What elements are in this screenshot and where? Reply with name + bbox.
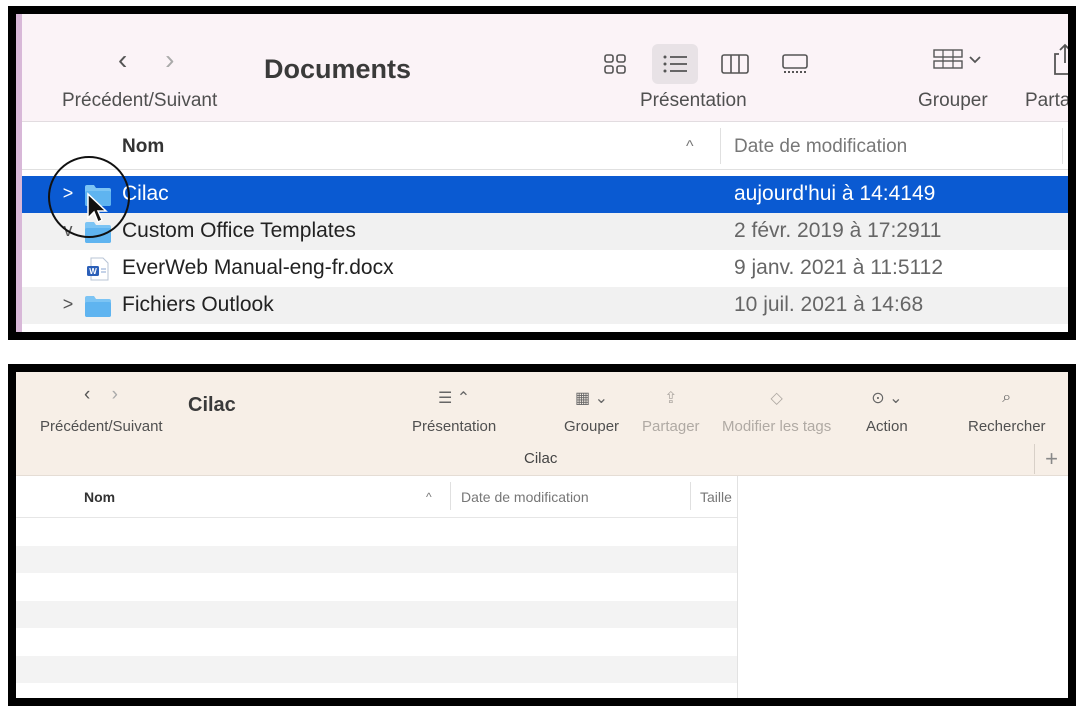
- column-header: Nom ^ Date de modification Taille: [16, 476, 737, 518]
- share-icon: [1054, 43, 1068, 75]
- word-document-icon: W: [87, 257, 109, 281]
- nav-label: Précédent/Suivant: [62, 90, 218, 111]
- tool-label: Présentation: [412, 418, 497, 435]
- icon-view-button[interactable]: [592, 44, 638, 84]
- empty-row: [16, 545, 737, 573]
- mouse-pointer-icon: [87, 192, 108, 224]
- column-header-name[interactable]: Nom: [84, 489, 115, 505]
- group-button[interactable]: [932, 48, 984, 77]
- action-button[interactable]: ⊙ ⌄ Action: [866, 384, 908, 435]
- file-name: Fichiers Outlook: [122, 293, 274, 316]
- column-header: Nom ^ Date de modification: [22, 122, 1068, 170]
- tool-label: Rechercher: [968, 418, 1046, 435]
- back-button[interactable]: ‹: [118, 44, 127, 75]
- file-date: 9 janv. 2021 à 11:5112: [734, 256, 944, 279]
- list-icon: [663, 55, 687, 73]
- tool-label: Partager: [642, 418, 700, 435]
- tool-label: Action: [866, 418, 908, 435]
- column-divider[interactable]: [720, 128, 721, 164]
- forward-button[interactable]: ›: [165, 44, 174, 75]
- empty-row: [16, 655, 737, 683]
- sort-ascending-icon: ^: [426, 490, 432, 504]
- file-date: aujourd'hui à 14:4149: [734, 182, 936, 205]
- svg-text:W: W: [89, 267, 97, 276]
- share-button[interactable]: ⇪ Partager: [642, 384, 700, 435]
- empty-row: [16, 683, 737, 698]
- file-list: > Cilac aujourd'hui à 14:4149 v Custom O…: [22, 176, 1068, 324]
- file-date: 10 juil. 2021 à 14:68: [734, 293, 924, 316]
- column-header-name[interactable]: Nom: [122, 136, 164, 158]
- file-row-everweb-manual[interactable]: W EverWeb Manual-eng-fr.docx 9 janv. 202…: [22, 250, 1068, 287]
- file-name: EverWeb Manual-eng-fr.docx: [122, 256, 394, 279]
- group-button[interactable]: ▦ ⌄ Grouper: [564, 384, 619, 435]
- nav-label: Précédent/Suivant: [40, 418, 163, 435]
- toolbar: ‹ › Précédent/Suivant Documents Présenta…: [22, 14, 1068, 122]
- gallery-icon: [782, 54, 808, 73]
- path-tab-label: Cilac: [524, 450, 558, 467]
- group-label: Grouper: [918, 90, 988, 111]
- new-tab-button[interactable]: +: [1034, 444, 1068, 474]
- empty-row: [16, 600, 737, 628]
- column-divider[interactable]: [1062, 128, 1063, 164]
- file-name: Custom Office Templates: [122, 219, 356, 242]
- edit-tags-button[interactable]: ◇ Modifier les tags: [722, 384, 831, 435]
- group-icon: ▦ ⌄: [575, 390, 608, 407]
- navigation-buttons: ‹ ›: [84, 384, 134, 406]
- view-switcher: [592, 44, 818, 84]
- column-header-date[interactable]: Date de modification: [461, 489, 589, 505]
- file-date: 2 févr. 2019 à 17:2911: [734, 219, 942, 242]
- empty-row: [16, 573, 737, 601]
- column-divider[interactable]: [690, 482, 691, 510]
- finder-window-cilac: ‹ › Précédent/Suivant Cilac ☰ ⌃ Présenta…: [8, 364, 1076, 706]
- back-button[interactable]: ‹: [84, 384, 90, 405]
- grid-icon: [604, 54, 626, 74]
- view-label: Présentation: [640, 90, 747, 111]
- forward-button[interactable]: ›: [112, 384, 118, 405]
- share-icon: ⇪: [664, 390, 678, 407]
- sort-ascending-icon: ^: [686, 138, 694, 155]
- finder-window-documents: ‹ › Précédent/Suivant Documents Présenta…: [8, 6, 1076, 340]
- window-title: Documents: [264, 54, 412, 84]
- list-view-button[interactable]: [652, 44, 698, 84]
- column-view-button[interactable]: [712, 44, 758, 84]
- action-icon: ⊙ ⌄: [871, 390, 903, 407]
- group-icon: [933, 49, 981, 69]
- toolbar: ‹ › Précédent/Suivant Cilac ☰ ⌃ Présenta…: [16, 372, 1068, 476]
- share-label: Partag: [1025, 90, 1068, 111]
- tag-icon: ◇: [770, 390, 783, 407]
- file-row-cilac[interactable]: > Cilac aujourd'hui à 14:4149: [22, 176, 1068, 213]
- share-button[interactable]: [1052, 42, 1068, 81]
- tool-label: Grouper: [564, 418, 620, 435]
- file-row-custom-office-templates[interactable]: v Custom Office Templates 2 févr. 2019 à…: [22, 213, 1068, 250]
- presentation-button[interactable]: ☰ ⌃ Présentation: [412, 384, 496, 435]
- empty-row: [16, 518, 737, 546]
- disclosure-triangle-icon[interactable]: >: [60, 294, 76, 315]
- navigation-buttons: ‹ ›: [118, 44, 204, 76]
- file-list: Nom ^ Date de modification Taille: [16, 476, 738, 698]
- list-view-icon: ☰ ⌃: [438, 390, 471, 407]
- search-button[interactable]: ⌕ Rechercher: [968, 384, 1046, 435]
- column-divider[interactable]: [450, 482, 451, 510]
- window-content: ‹ › Précédent/Suivant Documents Présenta…: [16, 14, 1068, 332]
- folder-icon: [85, 296, 111, 317]
- search-icon: ⌕: [1002, 389, 1012, 406]
- column-header-size[interactable]: Taille: [700, 489, 732, 505]
- empty-row: [16, 628, 737, 656]
- columns-icon: [721, 54, 749, 74]
- tool-label: Modifier les tags: [722, 418, 832, 435]
- file-row-fichiers-outlook[interactable]: > Fichiers Outlook 10 juil. 2021 à 14:68: [22, 287, 1068, 324]
- preview-pane: [739, 476, 1068, 698]
- window-content: ‹ › Précédent/Suivant Cilac ☰ ⌃ Présenta…: [16, 372, 1068, 698]
- column-header-date[interactable]: Date de modification: [734, 136, 907, 158]
- window-title: Cilac: [188, 394, 236, 416]
- gallery-view-button[interactable]: [772, 44, 818, 84]
